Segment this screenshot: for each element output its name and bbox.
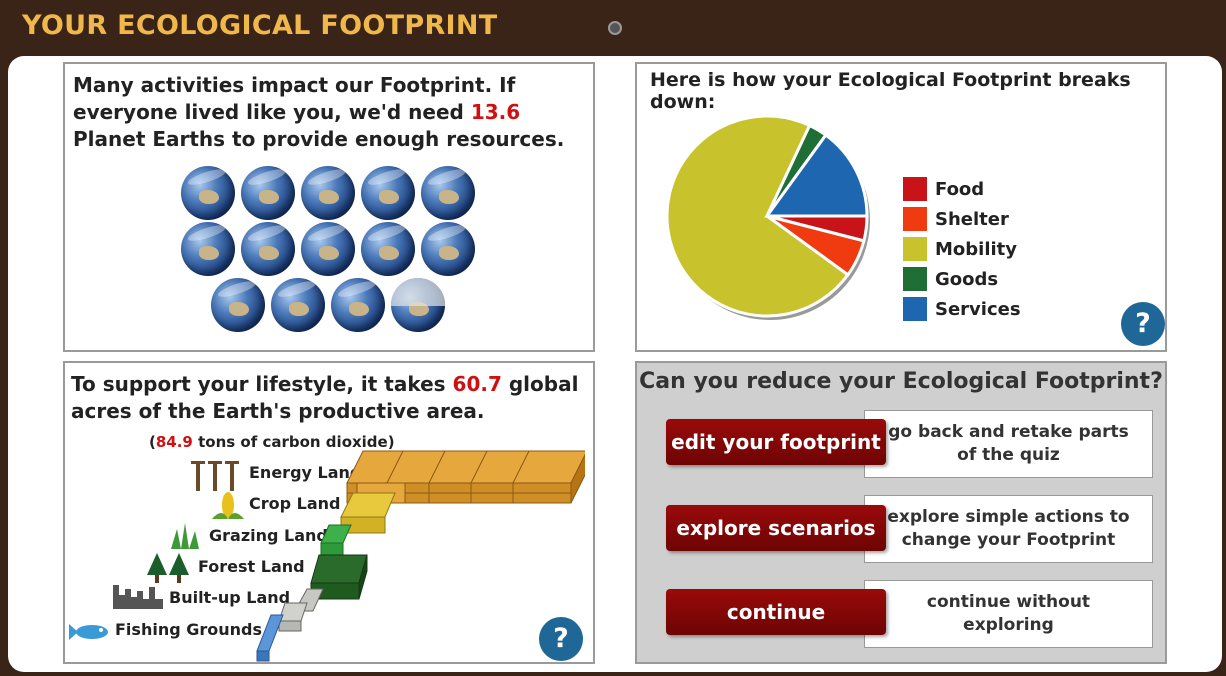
reduce-title: Can you reduce your Ecological Footprint… xyxy=(639,369,1163,394)
earth-globe xyxy=(271,278,325,332)
acres-text: To support your lifestyle, it takes 60.7… xyxy=(71,371,591,425)
legend-swatch xyxy=(903,267,927,291)
legend-item-goods: Goods xyxy=(903,264,1021,294)
acres-help-button[interactable]: ? xyxy=(539,617,583,661)
legend-swatch xyxy=(903,297,927,321)
fish-icon xyxy=(69,624,108,640)
earth-globe xyxy=(301,166,355,220)
planets-text-before: Many activities impact our Footprint. If… xyxy=(73,73,516,124)
crop-land-icon xyxy=(212,492,244,519)
acres-value: 60.7 xyxy=(452,372,502,396)
acres-panel: To support your lifestyle, it takes 60.7… xyxy=(63,361,595,664)
earth-globe xyxy=(301,222,355,276)
acres-text-before: To support your lifestyle, it takes xyxy=(71,372,453,396)
title-bar: YOUR ECOLOGICAL FOOTPRINT xyxy=(0,0,1226,56)
legend-swatch xyxy=(903,207,927,231)
earth-globe xyxy=(211,278,265,332)
edit-footprint-button[interactable]: edit your footprint xyxy=(666,419,886,465)
earth-globe xyxy=(241,166,295,220)
built-up-land-icon xyxy=(113,585,163,609)
breakdown-pie-chart xyxy=(665,114,870,320)
co2-value: 84.9 xyxy=(155,433,193,451)
planets-text-after: Planet Earths to provide enough resource… xyxy=(73,127,565,151)
land-blocks-graphic xyxy=(256,450,585,662)
legend-label: Services xyxy=(935,298,1021,320)
legend-swatch xyxy=(903,177,927,201)
legend-label: Goods xyxy=(935,268,999,290)
legend-item-mobility: Mobility xyxy=(903,234,1021,264)
legend-item-services: Services xyxy=(903,294,1021,324)
earth-globe xyxy=(181,222,235,276)
explore-scenarios-description: explore simple actions to change your Fo… xyxy=(864,495,1153,563)
grazing-land-icon xyxy=(171,523,199,549)
earth-globe xyxy=(241,222,295,276)
earth-globe xyxy=(181,166,235,220)
co2-open: ( xyxy=(149,433,156,451)
reduce-panel: Can you reduce your Ecological Footprint… xyxy=(635,361,1167,664)
earth-globe xyxy=(421,222,475,276)
status-dot xyxy=(608,21,622,35)
continue-description: continue without exploring xyxy=(864,580,1153,648)
pie-legend: Food Shelter Mobility Goods Services xyxy=(903,174,1021,324)
earth-globe xyxy=(331,278,385,332)
earth-globe xyxy=(421,166,475,220)
legend-label: Mobility xyxy=(935,238,1018,260)
forest-land-icon xyxy=(147,553,189,583)
continue-button[interactable]: continue xyxy=(666,589,886,635)
legend-item-shelter: Shelter xyxy=(903,204,1021,234)
planets-text: Many activities impact our Footprint. If… xyxy=(73,72,583,153)
breakdown-title: Here is how your Ecological Footprint br… xyxy=(650,69,1131,113)
earth-globe xyxy=(361,222,415,276)
app-title: YOUR ECOLOGICAL FOOTPRINT xyxy=(22,10,498,41)
breakdown-help-button[interactable]: ? xyxy=(1121,302,1165,346)
earth-globe xyxy=(361,166,415,220)
legend-label: Food xyxy=(935,178,985,200)
legend-swatch xyxy=(903,237,927,261)
legend-label: Shelter xyxy=(935,208,1009,230)
partial-earth-globe xyxy=(391,278,445,332)
breakdown-panel: Here is how your Ecological Footprint br… xyxy=(635,62,1167,352)
planets-panel: Many activities impact our Footprint. If… xyxy=(63,62,595,352)
legend-item-food: Food xyxy=(903,174,1021,204)
planets-value: 13.6 xyxy=(470,100,521,124)
edit-footprint-description: go back and retake parts of the quiz xyxy=(864,410,1153,478)
explore-scenarios-button[interactable]: explore scenarios xyxy=(666,505,886,551)
fishing-grounds-label: Fishing Grounds xyxy=(115,620,262,639)
